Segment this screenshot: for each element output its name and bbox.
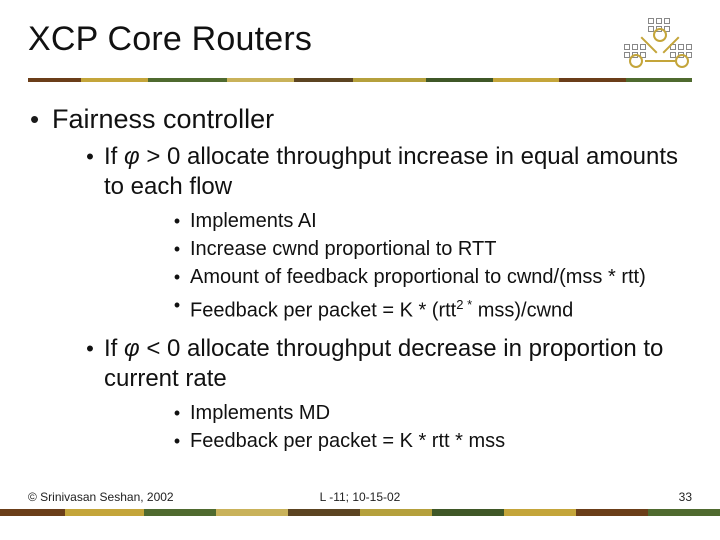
text: > 0 allocate throughput increase in equa…	[104, 143, 678, 200]
bullet-icon: •	[76, 142, 104, 172]
network-logo-icon	[620, 18, 692, 70]
text: Feedback per packet = K * (rtt2 * mss)/c…	[190, 292, 690, 324]
list-item: •Feedback per packet = K * rtt * mss	[164, 428, 690, 454]
text: Increase cwnd proportional to RTT	[190, 236, 690, 262]
title-divider	[28, 78, 692, 82]
text: < 0 allocate throughput decrease in prop…	[104, 335, 663, 392]
slide: XCP Core Routers • Fairness controller •	[0, 0, 720, 540]
text: Amount of feedback proportional to cwnd/…	[190, 264, 690, 290]
list-item: •Increase cwnd proportional to RTT	[164, 236, 690, 262]
list-item: •Amount of feedback proportional to cwnd…	[164, 264, 690, 290]
text: Feedback per packet = K * rtt * mss	[190, 428, 690, 454]
text: Implements MD	[190, 400, 690, 426]
text: Feedback per packet = K * (rtt	[190, 300, 456, 322]
text: If	[104, 335, 124, 362]
title-row: XCP Core Routers	[28, 18, 692, 70]
footer: © Srinivasan Seshan, 2002 L -11; 10-15-0…	[28, 490, 692, 504]
list-item: • Fairness controller • If φ > 0 allocat…	[30, 102, 690, 458]
footer-center: L -11; 10-15-02	[28, 490, 692, 504]
phi-symbol: φ	[124, 335, 140, 362]
bullet-icon: •	[164, 208, 190, 234]
list-item: •Feedback per packet = K * (rtt2 * mss)/…	[164, 292, 690, 324]
footer-divider	[0, 509, 720, 516]
bullet-icon: •	[30, 102, 52, 136]
text: mss)/cwnd	[472, 300, 573, 322]
phi-symbol: φ	[124, 143, 140, 170]
slide-content: • Fairness controller • If φ > 0 allocat…	[28, 82, 692, 458]
slide-title: XCP Core Routers	[28, 18, 312, 59]
bullet-icon: •	[164, 400, 190, 426]
bullet-icon: •	[164, 292, 190, 318]
lvl1-heading: Fairness controller	[52, 104, 274, 134]
bullet-icon: •	[164, 236, 190, 262]
bullet-icon: •	[76, 334, 104, 364]
superscript: 2 *	[456, 297, 472, 312]
text: Implements AI	[190, 208, 690, 234]
bullet-icon: •	[164, 264, 190, 290]
list-item: • If φ < 0 allocate throughput decrease …	[76, 334, 690, 458]
text: If	[104, 143, 124, 170]
list-item: •Implements MD	[164, 400, 690, 426]
list-item: • If φ > 0 allocate throughput increase …	[76, 142, 690, 328]
bullet-icon: •	[164, 428, 190, 454]
list-item: •Implements AI	[164, 208, 690, 234]
